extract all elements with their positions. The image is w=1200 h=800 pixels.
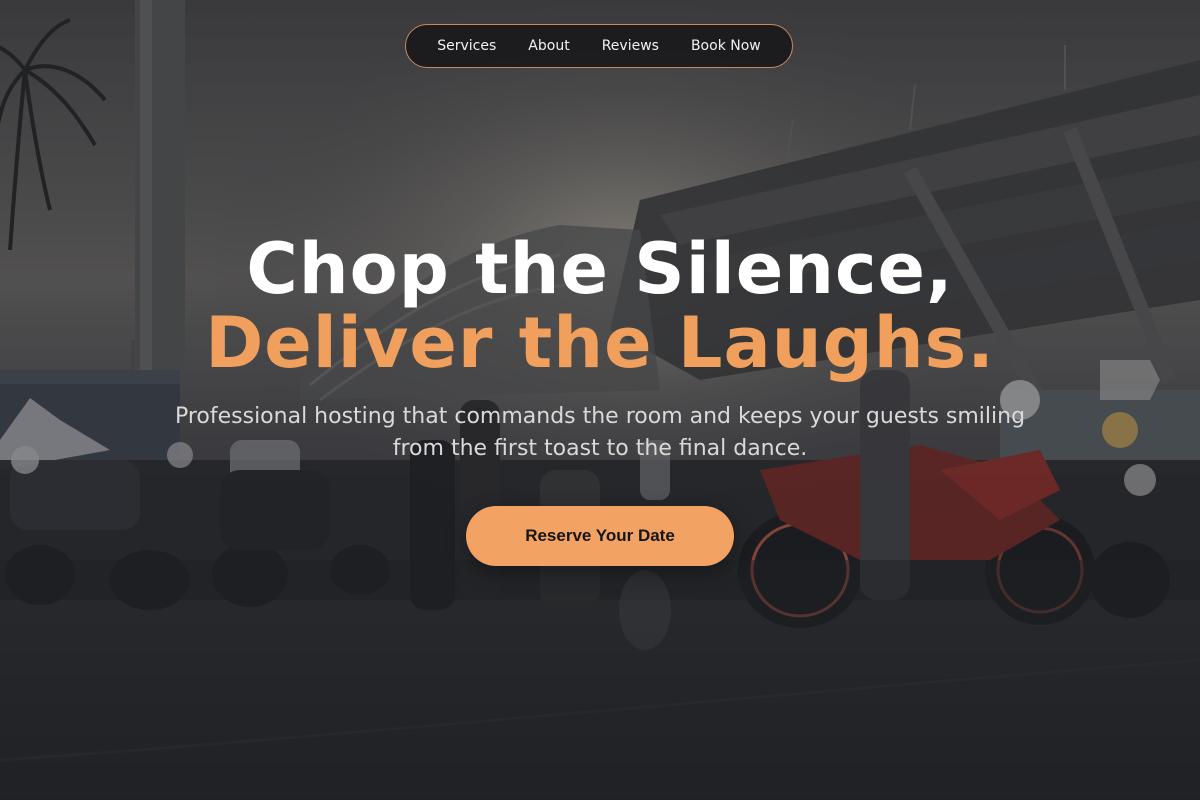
nav-link-reviews[interactable]: Reviews [586,24,675,68]
top-navigation: Services About Reviews Book Now [405,24,793,68]
headline-line-1: Chop the Silence, [246,228,954,310]
hero-headline: Chop the Silence, Deliver the Laughs. [0,232,1200,380]
hero-background-image [0,0,1200,800]
nav-link-book-now[interactable]: Book Now [675,24,777,68]
nav-link-services[interactable]: Services [421,24,512,68]
nav-link-about[interactable]: About [512,24,585,68]
reserve-date-button[interactable]: Reserve Your Date [466,506,734,566]
hero-section: Services About Reviews Book Now Chop the… [0,0,1200,800]
hero-subtitle: Professional hosting that commands the r… [174,404,1026,461]
headline-line-2: Deliver the Laughs. [205,302,995,384]
